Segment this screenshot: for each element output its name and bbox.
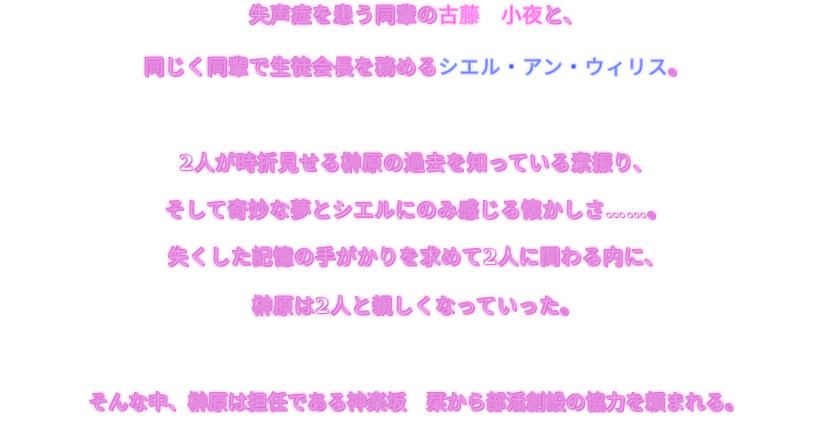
story-line-2: 同じく同輩で生徒会長を務めるシエル・アン・ウィリス。 — [0, 54, 834, 80]
story-line-1: 失声症を患う同輩の古藤 小夜と、 — [0, 2, 834, 28]
story-line-3: 2人が時折見せる榊原の過去を知っている素振り、 — [179, 151, 655, 176]
character-name-ciel-ann-willis: シエル・アン・ウィリス — [438, 55, 669, 79]
story-text-panel: 失声症を患う同輩の古藤 小夜と、 同じく同輩で生徒会長を務めるシエル・アン・ウィ… — [0, 0, 834, 427]
line-2-text-after: 。 — [668, 55, 690, 80]
line-1-text-before: 失声症を患う同輩の — [249, 3, 439, 28]
story-line-6: 榊原は2人と親しくなっていった。 — [252, 294, 582, 319]
character-name-koto-sayo: 古藤 小夜 — [438, 3, 544, 27]
line-1-text-after: と、 — [543, 3, 585, 28]
story-line-4: そして奇妙な夢とシエルにのみ感じる懐かしさ……。 — [165, 198, 669, 223]
story-line-7: そんな中、榊原は担任である神楽坂 栞から部活創設の協力を頼まれる。 — [88, 391, 746, 415]
story-line-5: 失くした記憶の手がかりを求めて2人に関わる内に、 — [168, 245, 666, 270]
line-2-text-before: 同じく同輩で生徒会長を務める — [144, 55, 439, 80]
